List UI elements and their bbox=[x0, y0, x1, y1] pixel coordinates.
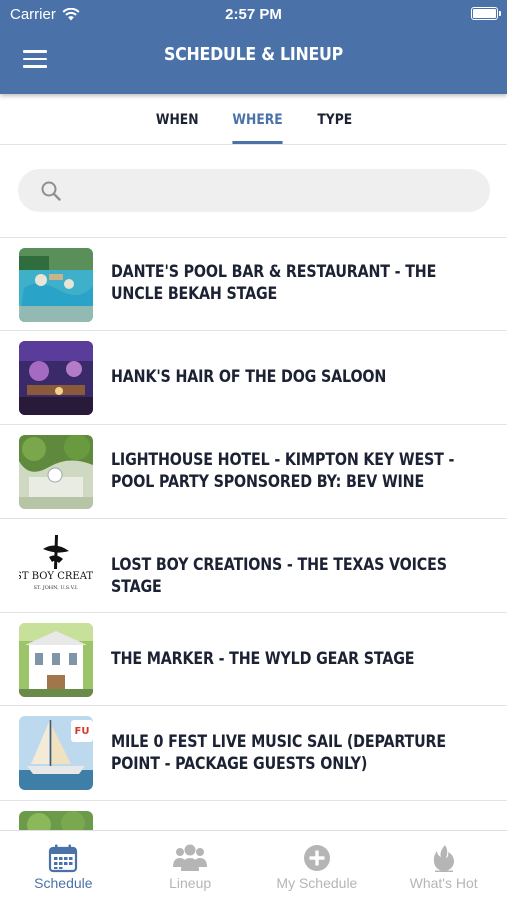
list-item[interactable]: ST BOY CREATI ST. JOHN, U.S.V.I. LOST BO… bbox=[0, 519, 507, 613]
nav-whats-hot[interactable]: What's Hot bbox=[380, 831, 507, 900]
plus-circle-icon bbox=[303, 845, 330, 871]
nav-schedule-label: Schedule bbox=[34, 875, 93, 891]
venue-thumbnail: FU bbox=[19, 716, 93, 790]
battery-icon bbox=[471, 7, 501, 20]
nav-my-schedule-label: My Schedule bbox=[276, 875, 358, 891]
venue-name: LIGHTHOUSE HOTEL - KIMPTON KEY WEST - PO… bbox=[111, 450, 455, 492]
venue-thumbnail bbox=[19, 248, 93, 322]
bottom-tab-bar: Schedule Lineup My Schedule What's Hot bbox=[0, 830, 507, 900]
filter-tabs: WHEN WHERE TYPE bbox=[0, 94, 507, 145]
venue-thumbnail: ST BOY CREATI ST. JOHN, U.S.V.I. bbox=[19, 529, 93, 603]
venue-thumbnail bbox=[19, 435, 93, 509]
tab-where[interactable]: WHERE bbox=[232, 94, 284, 145]
people-icon bbox=[173, 844, 208, 871]
calendar-icon bbox=[49, 844, 78, 873]
svg-text:ST. JOHN, U.S.V.I.: ST. JOHN, U.S.V.I. bbox=[34, 585, 79, 591]
search-icon bbox=[41, 181, 61, 201]
nav-my-schedule[interactable]: My Schedule bbox=[254, 831, 381, 900]
tab-type[interactable]: TYPE bbox=[317, 94, 352, 145]
venue-name: DANTE'S POOL BAR & RESTAURANT - THE UNCL… bbox=[111, 262, 437, 304]
search-bar bbox=[18, 169, 490, 212]
venue-thumbnail bbox=[19, 341, 93, 415]
list-item[interactable]: THE MARKER - THE WYLD GEAR STAGE bbox=[0, 613, 507, 706]
venue-name: HANK'S HAIR OF THE DOG SALOON bbox=[111, 367, 387, 387]
flame-icon bbox=[433, 845, 454, 872]
venue-thumbnail bbox=[19, 623, 93, 697]
list-item[interactable]: HANK'S HAIR OF THE DOG SALOON bbox=[0, 331, 507, 425]
status-bar: Carrier 2:57 PM bbox=[0, 0, 507, 28]
venue-thumbnail bbox=[19, 811, 93, 830]
page-title: SCHEDULE & LINEUP bbox=[164, 44, 343, 65]
search-section bbox=[0, 146, 507, 238]
svg-text:FU: FU bbox=[75, 726, 90, 737]
nav-lineup-label: Lineup bbox=[169, 875, 212, 891]
search-input[interactable] bbox=[74, 169, 474, 212]
venue-list: DANTE'S POOL BAR & RESTAURANT - THE UNCL… bbox=[0, 238, 507, 830]
list-item[interactable]: LIGHTHOUSE HOTEL - KIMPTON KEY WEST - PO… bbox=[0, 425, 507, 519]
nav-schedule[interactable]: Schedule bbox=[0, 831, 127, 900]
status-time: 2:57 PM bbox=[225, 6, 282, 23]
list-item[interactable]: DANTE'S POOL BAR & RESTAURANT - THE UNCL… bbox=[0, 238, 507, 331]
list-item[interactable]: FU MILE 0 FEST LIVE MUSIC SAIL (DEPARTUR… bbox=[0, 706, 507, 801]
tab-when[interactable]: WHEN bbox=[156, 94, 199, 145]
list-item[interactable] bbox=[0, 801, 507, 830]
svg-text:ST BOY CREATI: ST BOY CREATI bbox=[19, 571, 93, 582]
nav-whats-hot-label: What's Hot bbox=[409, 875, 478, 891]
app-header: Carrier 2:57 PM SCHEDULE & LINEUP bbox=[0, 0, 507, 94]
nav-lineup[interactable]: Lineup bbox=[127, 831, 254, 900]
venue-name: MILE 0 FEST LIVE MUSIC SAIL (DEPARTURE P… bbox=[111, 732, 446, 774]
venue-name: THE MARKER - THE WYLD GEAR STAGE bbox=[111, 649, 415, 669]
venue-name: LOST BOY CREATIONS - THE TEXAS VOICES ST… bbox=[111, 555, 447, 597]
